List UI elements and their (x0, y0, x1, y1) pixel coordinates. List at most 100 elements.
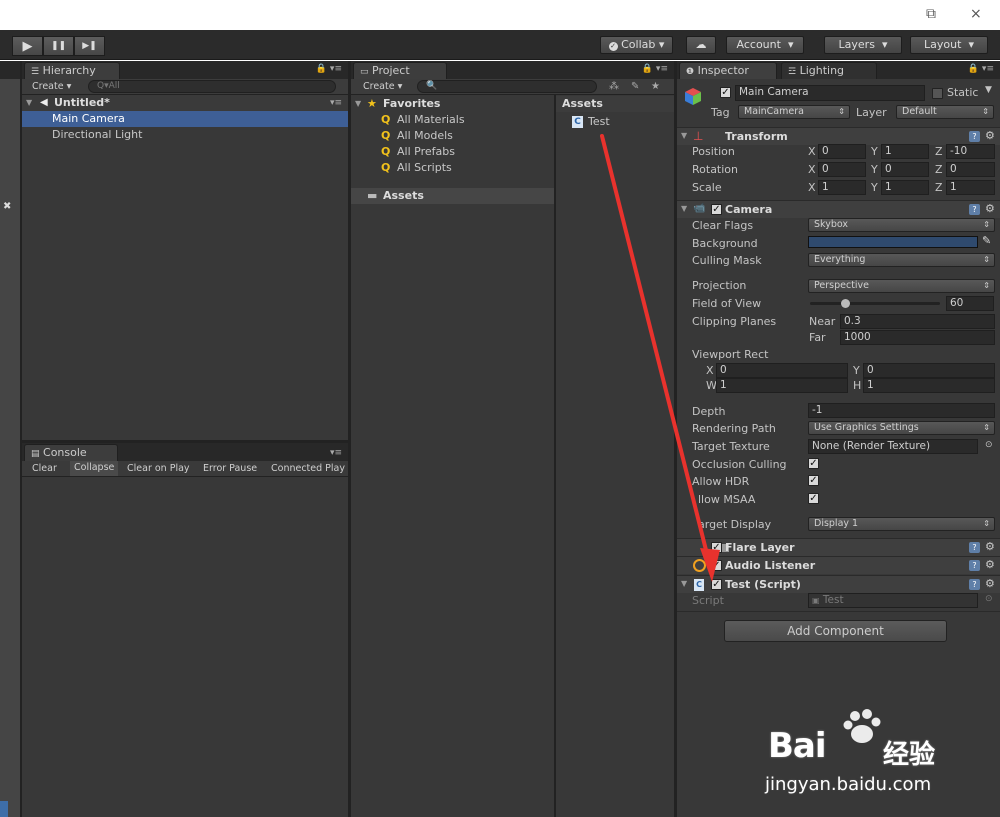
step-button[interactable]: ▶❚ (74, 36, 105, 56)
tag-dropdown[interactable]: MainCamera ⇕ (738, 105, 850, 119)
camera-header[interactable]: ▼ 📹 ✓ Camera ? ⚙ (677, 200, 1000, 218)
collab-button[interactable]: ✓ Collab ▾ (600, 36, 673, 54)
transform-z-field[interactable]: -10 (946, 144, 995, 159)
depth-field[interactable]: -1 (808, 403, 995, 418)
active-checkbox[interactable]: ✓ (720, 87, 731, 98)
transform-z-field[interactable]: 1 (946, 180, 995, 195)
transform-y-field[interactable]: 1 (881, 144, 929, 159)
help-icon[interactable]: ? (969, 204, 980, 215)
list-item[interactable]: C Test (556, 114, 674, 130)
layout-dropdown[interactable]: Layout ▾ (910, 36, 988, 54)
test-script-header[interactable]: ▼ C ✓ Test (Script) ? ⚙ (677, 575, 1000, 593)
audio-listener-header[interactable]: ✓ Audio Listener ? ⚙ (677, 556, 1000, 574)
static-checkbox[interactable] (932, 88, 943, 99)
error-pause-button[interactable]: Error Pause (203, 462, 257, 476)
viewport-y-field[interactable]: 0 (863, 363, 995, 378)
tab-inspector[interactable]: ❶ Inspector (679, 62, 777, 79)
tab-project[interactable]: ▭ Project (353, 62, 447, 79)
object-name-field[interactable]: Main Camera (735, 85, 925, 101)
far-field[interactable]: 1000 (840, 330, 995, 345)
scene-menu-icon[interactable]: ▾≡ (330, 95, 342, 111)
allow-msaa-checkbox[interactable]: ✓ (808, 493, 819, 504)
viewport-h-field[interactable]: 1 (863, 378, 995, 393)
enable-checkbox[interactable]: ✓ (711, 560, 722, 571)
projection-dropdown[interactable]: Perspective ⇕ (808, 279, 995, 293)
culling-mask-dropdown[interactable]: Everything ⇕ (808, 253, 995, 267)
list-item[interactable]: Q All Scripts (351, 160, 554, 176)
clear-flags-dropdown[interactable]: Skybox ⇕ (808, 218, 995, 232)
label-icon[interactable]: ✎ (631, 81, 639, 92)
allow-hdr-checkbox[interactable]: ✓ (808, 475, 819, 486)
search-input[interactable]: 🔍 (417, 80, 597, 93)
pause-button[interactable]: ❚❚ (43, 36, 74, 56)
layers-dropdown[interactable]: Layers ▾ (824, 36, 902, 54)
triangle-down-icon[interactable]: ▼ (681, 131, 687, 140)
target-display-dropdown[interactable]: Display 1 ⇕ (808, 517, 995, 531)
triangle-down-icon[interactable]: ▼ (681, 204, 687, 213)
transform-x-field[interactable]: 1 (818, 180, 866, 195)
help-icon[interactable]: ? (969, 560, 980, 571)
panel-menu-icon[interactable]: ▾≡ (330, 448, 342, 458)
restore-window-icon[interactable]: ⧉ (926, 6, 936, 22)
enable-checkbox[interactable]: ✓ (711, 579, 722, 590)
transform-header[interactable]: ▼ ⊥ Transform ? ⚙ (677, 127, 1000, 145)
tab-console[interactable]: ▤ Console (24, 444, 118, 461)
create-button[interactable]: Create ▾ (363, 80, 402, 94)
triangle-down-icon[interactable]: ▼ (355, 96, 361, 112)
help-icon[interactable]: ? (969, 542, 980, 553)
collapse-button[interactable]: Collapse (70, 461, 119, 476)
play-button[interactable]: ▶ (12, 36, 43, 56)
triangle-down-icon[interactable]: ▼ (26, 95, 32, 111)
eyedropper-icon[interactable]: ✎ (982, 234, 991, 247)
tab-hierarchy[interactable]: ☰ Hierarchy (24, 62, 120, 79)
viewport-x-field[interactable]: 0 (716, 363, 848, 378)
triangle-down-icon[interactable]: ▼ (681, 579, 687, 588)
star-filter-icon[interactable]: ★ (651, 81, 660, 92)
fov-slider-track[interactable] (810, 299, 940, 308)
search-input[interactable]: Q▾All (88, 80, 336, 93)
close-window-icon[interactable]: × (970, 6, 982, 22)
fov-field[interactable]: 60 (946, 296, 994, 311)
cloud-button[interactable]: ☁ (686, 36, 716, 54)
transform-z-field[interactable]: 0 (946, 162, 995, 177)
gear-icon[interactable]: ⚙ (985, 540, 995, 553)
clear-on-play-button[interactable]: Clear on Play (127, 462, 190, 476)
clear-button[interactable]: Clear (32, 462, 57, 476)
enable-checkbox[interactable]: ✓ (711, 542, 722, 553)
gear-icon[interactable]: ⚙ (985, 577, 995, 590)
assets-folder-row[interactable]: ▬ Assets (351, 188, 554, 204)
help-icon[interactable]: ? (969, 131, 980, 142)
list-item[interactable]: Main Camera (22, 111, 348, 127)
panel-menu-icon[interactable]: 🔒 ▾≡ (316, 64, 342, 74)
layer-dropdown[interactable]: Default ⇕ (896, 105, 994, 119)
chevron-down-icon[interactable]: ▼ (985, 85, 992, 95)
connected-player-button[interactable]: Connected Play (271, 462, 345, 476)
transform-y-field[interactable]: 0 (881, 162, 929, 177)
tab-lighting[interactable]: ☲ Lighting (781, 62, 877, 79)
create-button[interactable]: Create ▾ (32, 80, 71, 94)
scene-row[interactable]: ▼ ◀ Untitled* ▾≡ (22, 95, 348, 111)
target-texture-field[interactable]: None (Render Texture) (808, 439, 978, 454)
transform-x-field[interactable]: 0 (818, 144, 866, 159)
help-icon[interactable]: ? (969, 579, 980, 590)
panel-menu-icon[interactable]: 🔒 ▾≡ (968, 64, 994, 74)
gear-icon[interactable]: ⚙ (985, 202, 995, 215)
viewport-w-field[interactable]: 1 (716, 378, 848, 393)
list-item[interactable]: Q All Prefabs (351, 144, 554, 160)
transform-y-field[interactable]: 1 (881, 180, 929, 195)
gear-icon[interactable]: ⚙ (985, 558, 995, 571)
near-field[interactable]: 0.3 (840, 314, 995, 329)
add-component-button[interactable]: Add Component (724, 620, 947, 642)
transform-x-field[interactable]: 0 (818, 162, 866, 177)
account-dropdown[interactable]: Account ▾ (726, 36, 804, 54)
occlusion-culling-checkbox[interactable]: ✓ (808, 458, 819, 469)
gear-icon[interactable]: ⚙ (985, 129, 995, 142)
favorites-row[interactable]: ▼ ★ Favorites (351, 96, 554, 112)
panel-menu-icon[interactable]: 🔒 ▾≡ (642, 64, 668, 74)
background-color-swatch[interactable] (808, 236, 978, 248)
filter-type-icon[interactable]: ⁂ (609, 81, 619, 92)
rendering-path-dropdown[interactable]: Use Graphics Settings ⇕ (808, 421, 995, 435)
enable-checkbox[interactable]: ✓ (711, 204, 722, 215)
list-item[interactable]: Q All Models (351, 128, 554, 144)
list-item[interactable]: Q All Materials (351, 112, 554, 128)
